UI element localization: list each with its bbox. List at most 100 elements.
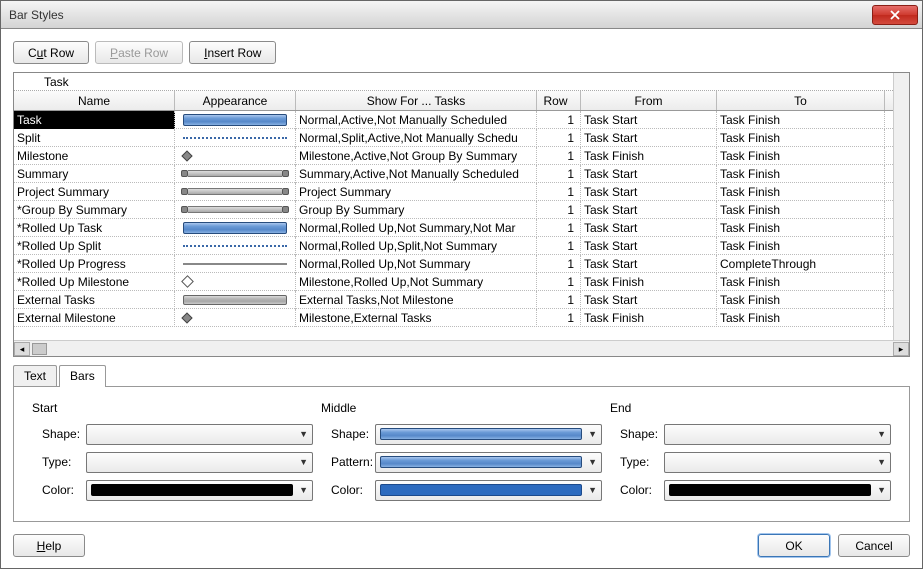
insert-row-button[interactable]: Insert Row [189, 41, 276, 64]
cell-row[interactable]: 1 [537, 309, 581, 327]
cell-showfor[interactable]: Normal,Rolled Up,Not Summary,Not Mar [296, 219, 537, 237]
start-type-combo[interactable]: ▼ [86, 452, 313, 473]
cell-from[interactable]: Task Start [581, 183, 717, 201]
col-header-name[interactable]: Name [14, 91, 175, 110]
cancel-button[interactable]: Cancel [838, 534, 910, 557]
cell-row[interactable]: 1 [537, 237, 581, 255]
cell-row[interactable]: 1 [537, 273, 581, 291]
cell-appearance[interactable] [175, 111, 296, 129]
cell-row[interactable]: 1 [537, 255, 581, 273]
cell-row[interactable]: 1 [537, 219, 581, 237]
cell-to[interactable]: Task Finish [717, 165, 885, 183]
table-row[interactable]: MilestoneMilestone,Active,Not Group By S… [14, 147, 909, 165]
cell-showfor[interactable]: Milestone,Active,Not Group By Summary [296, 147, 537, 165]
cell-appearance[interactable] [175, 201, 296, 219]
cell-row[interactable]: 1 [537, 129, 581, 147]
ok-button[interactable]: OK [758, 534, 830, 557]
start-shape-combo[interactable]: ▼ [86, 424, 313, 445]
cell-showfor[interactable]: Milestone,External Tasks [296, 309, 537, 327]
scroll-right-icon[interactable]: ▸ [893, 342, 909, 356]
cell-to[interactable]: Task Finish [717, 183, 885, 201]
cell-name[interactable]: *Rolled Up Task [14, 219, 175, 237]
table-row[interactable]: TaskNormal,Active,Not Manually Scheduled… [14, 111, 909, 129]
cell-to[interactable]: Task Finish [717, 129, 885, 147]
table-row[interactable]: *Rolled Up Task Normal,Rolled Up,Not Summ… [14, 219, 909, 237]
cell-to[interactable]: Task Finish [717, 309, 885, 327]
cell-appearance[interactable] [175, 219, 296, 237]
tab-bars[interactable]: Bars [59, 365, 106, 387]
cell-row[interactable]: 1 [537, 147, 581, 165]
cell-row[interactable]: 1 [537, 291, 581, 309]
middle-shape-combo[interactable]: ▼ [375, 424, 602, 445]
cell-from[interactable]: Task Start [581, 129, 717, 147]
cell-name[interactable]: *Rolled Up Progress [14, 255, 175, 273]
cell-appearance[interactable] [175, 255, 296, 273]
cell-to[interactable]: Task Finish [717, 273, 885, 291]
cell-name[interactable]: *Group By Summary [14, 201, 175, 219]
cell-from[interactable]: Task Start [581, 201, 717, 219]
cell-from[interactable]: Task Start [581, 219, 717, 237]
col-header-showfor[interactable]: Show For ... Tasks [296, 91, 537, 110]
cell-name[interactable]: External Milestone [14, 309, 175, 327]
cell-row[interactable]: 1 [537, 201, 581, 219]
cell-name[interactable]: Split [14, 129, 175, 147]
end-shape-combo[interactable]: ▼ [664, 424, 891, 445]
cell-to[interactable]: Task Finish [717, 111, 885, 129]
cell-showfor[interactable]: Milestone,Rolled Up,Not Summary [296, 273, 537, 291]
cell-from[interactable]: Task Start [581, 237, 717, 255]
cell-appearance[interactable] [175, 165, 296, 183]
scroll-thumb[interactable] [32, 343, 47, 355]
table-row[interactable]: Project SummaryProject Summary1Task Star… [14, 183, 909, 201]
cell-showfor[interactable]: Normal,Rolled Up,Split,Not Summary [296, 237, 537, 255]
cell-appearance[interactable] [175, 309, 296, 327]
cell-from[interactable]: Task Start [581, 291, 717, 309]
cell-appearance[interactable] [175, 273, 296, 291]
cell-appearance[interactable] [175, 237, 296, 255]
cell-name[interactable]: *Rolled Up Milestone [14, 273, 175, 291]
scroll-left-icon[interactable]: ◂ [14, 342, 30, 356]
table-row[interactable]: Split Normal,Split,Active,Not Manually Sc… [14, 129, 909, 147]
table-row[interactable]: *Rolled Up Progress Normal,Rolled Up,Not … [14, 255, 909, 273]
cell-appearance[interactable] [175, 183, 296, 201]
middle-color-combo[interactable]: ▼ [375, 480, 602, 501]
col-header-row[interactable]: Row [537, 91, 581, 110]
table-row[interactable]: *Group By SummaryGroup By Summary1Task S… [14, 201, 909, 219]
cell-to[interactable]: Task Finish [717, 147, 885, 165]
col-header-to[interactable]: To [717, 91, 885, 110]
close-button[interactable] [872, 5, 918, 25]
middle-pattern-combo[interactable]: ▼ [375, 452, 602, 473]
bar-styles-grid[interactable]: Task Name Appearance Show For ... Tasks … [13, 72, 910, 357]
cell-showfor[interactable]: Project Summary [296, 183, 537, 201]
table-row[interactable]: *Rolled Up Milestone Milestone,Rolled Up,… [14, 273, 909, 291]
start-color-combo[interactable]: ▼ [86, 480, 313, 501]
tab-text[interactable]: Text [13, 365, 57, 386]
cell-to[interactable]: Task Finish [717, 201, 885, 219]
cell-name[interactable]: Summary [14, 165, 175, 183]
cell-row[interactable]: 1 [537, 111, 581, 129]
cell-row[interactable]: 1 [537, 183, 581, 201]
table-row[interactable]: External Milestone Milestone,External Tas… [14, 309, 909, 327]
cell-showfor[interactable]: Normal,Split,Active,Not Manually Schedu [296, 129, 537, 147]
end-color-combo[interactable]: ▼ [664, 480, 891, 501]
cell-to[interactable]: Task Finish [717, 291, 885, 309]
paste-row-button[interactable]: Paste Row [95, 41, 183, 64]
cell-name[interactable]: *Rolled Up Split [14, 237, 175, 255]
cell-appearance[interactable] [175, 129, 296, 147]
table-row[interactable]: External TasksExternal Tasks,Not Milesto… [14, 291, 909, 309]
cell-appearance[interactable] [175, 147, 296, 165]
cell-to[interactable]: CompleteThrough [717, 255, 885, 273]
cell-from[interactable]: Task Start [581, 165, 717, 183]
table-row[interactable]: Summary Summary,Active,Not Manually Sched… [14, 165, 909, 183]
end-type-combo[interactable]: ▼ [664, 452, 891, 473]
cell-from[interactable]: Task Start [581, 111, 717, 129]
help-button[interactable]: Help [13, 534, 85, 557]
cell-from[interactable]: Task Finish [581, 309, 717, 327]
cell-showfor[interactable]: Normal,Rolled Up,Not Summary [296, 255, 537, 273]
cell-appearance[interactable] [175, 291, 296, 309]
vertical-scrollbar[interactable] [893, 73, 909, 340]
col-header-from[interactable]: From [581, 91, 717, 110]
cut-row-button[interactable]: Cut Row [13, 41, 89, 64]
cell-name[interactable]: Project Summary [14, 183, 175, 201]
cell-showfor[interactable]: Summary,Active,Not Manually Scheduled [296, 165, 537, 183]
horizontal-scrollbar[interactable]: ◂ ▸ [14, 340, 909, 356]
